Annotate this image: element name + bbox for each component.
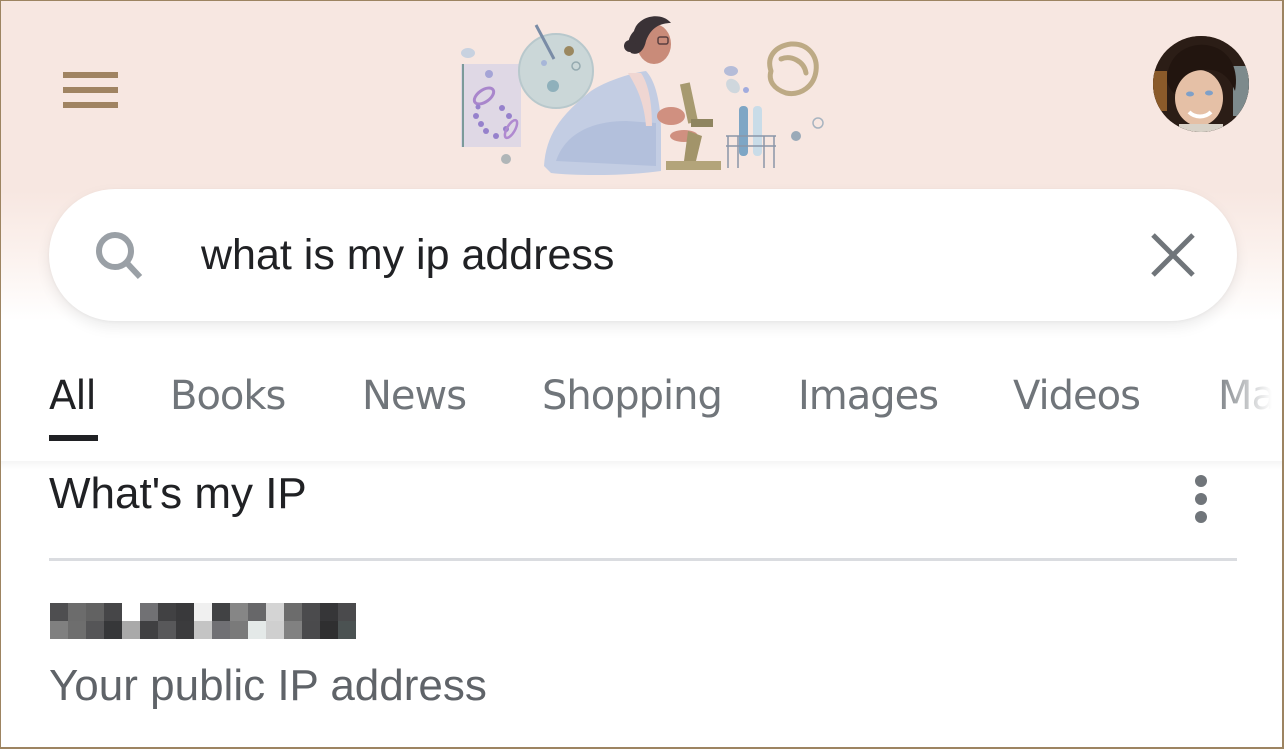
ip-pixel xyxy=(86,621,104,639)
ip-address-redacted xyxy=(50,603,356,639)
ip-pixel xyxy=(212,621,230,639)
ip-pixel xyxy=(50,603,68,621)
ip-pixel xyxy=(266,603,284,621)
ip-pixel xyxy=(104,621,122,639)
ip-pixel xyxy=(284,621,302,639)
search-bar[interactable] xyxy=(49,189,1237,321)
active-tab-indicator xyxy=(49,435,98,441)
user-avatar[interactable] xyxy=(1153,36,1249,132)
card-divider xyxy=(49,558,1237,561)
avatar-photo xyxy=(1153,36,1249,132)
ip-pixel xyxy=(104,603,122,621)
ip-pixel xyxy=(248,603,266,621)
close-icon[interactable] xyxy=(1147,229,1199,281)
ip-pixel xyxy=(158,603,176,621)
ip-pixel xyxy=(176,621,194,639)
ip-pixel xyxy=(266,621,284,639)
ip-pixel xyxy=(230,603,248,621)
ip-pixel xyxy=(50,621,68,639)
tab-images[interactable]: Images xyxy=(798,373,939,419)
ip-pixel xyxy=(302,603,320,621)
ip-pixel xyxy=(140,621,158,639)
ip-pixel xyxy=(122,621,140,639)
tab-shopping[interactable]: Shopping xyxy=(542,373,723,419)
ip-pixel xyxy=(140,603,158,621)
search-input[interactable] xyxy=(201,225,1101,285)
ip-pixel xyxy=(176,603,194,621)
ip-pixel xyxy=(248,621,266,639)
ip-pixel xyxy=(68,603,86,621)
ip-pixel xyxy=(86,603,104,621)
tab-all[interactable]: All xyxy=(49,373,97,419)
ip-pixel xyxy=(302,621,320,639)
search-tabs: All Books News Shopping Images Videos Ma… xyxy=(1,341,1282,451)
more-vert-icon[interactable] xyxy=(1187,473,1215,525)
ip-pixel xyxy=(338,603,356,621)
ip-pixel xyxy=(194,621,212,639)
tabs-shadow xyxy=(1,461,1282,469)
ip-pixel xyxy=(212,603,230,621)
result-card-title: What's my IP xyxy=(49,469,307,518)
ip-pixel xyxy=(122,603,140,621)
ip-pixel xyxy=(230,621,248,639)
tab-books[interactable]: Books xyxy=(170,373,286,419)
tabs-scroll-fade xyxy=(1212,361,1282,441)
ip-pixel xyxy=(338,621,356,639)
ip-pixel xyxy=(320,603,338,621)
ip-address-label: Your public IP address xyxy=(49,661,487,710)
ip-pixel xyxy=(284,603,302,621)
tab-videos[interactable]: Videos xyxy=(1013,373,1141,419)
ip-pixel xyxy=(320,621,338,639)
ip-pixel xyxy=(68,621,86,639)
ip-pixel xyxy=(158,621,176,639)
browser-viewport: All Books News Shopping Images Videos Ma… xyxy=(0,0,1284,749)
tab-news[interactable]: News xyxy=(362,373,467,419)
google-doodle[interactable] xyxy=(456,11,831,181)
hamburger-menu-icon[interactable] xyxy=(63,71,119,109)
search-icon[interactable] xyxy=(91,227,147,283)
ip-pixel xyxy=(194,603,212,621)
